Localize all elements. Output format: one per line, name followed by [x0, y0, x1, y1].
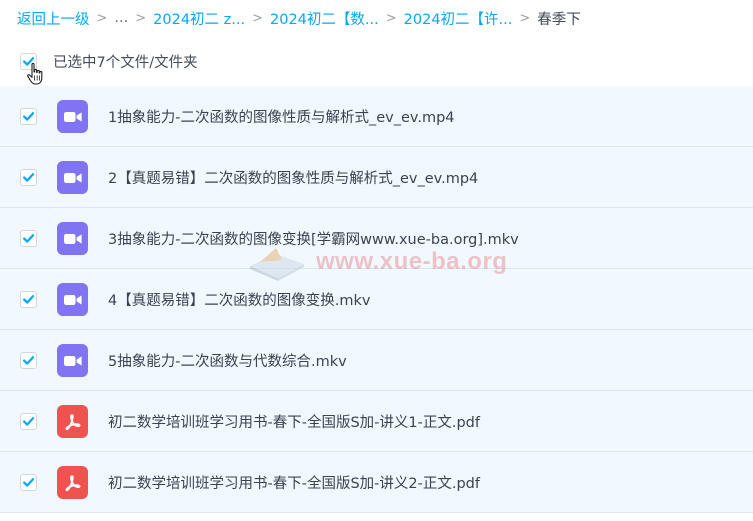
- breadcrumb-crumb-2[interactable]: 2024初二【数...: [270, 8, 379, 29]
- file-checkbox[interactable]: [20, 474, 37, 491]
- file-list: 1抽象能力-二次函数的图像性质与解析式_ev_ev.mp4 2【真题易错】二次函…: [0, 86, 753, 513]
- selection-count-label: 已选中7个文件/文件夹: [53, 54, 198, 71]
- video-file-icon: [57, 100, 88, 133]
- file-row[interactable]: 初二数学培训班学习用书-春下-全国版S加-讲义2-正文.pdf: [0, 452, 753, 513]
- file-name[interactable]: 2【真题易错】二次函数的图象性质与解析式_ev_ev.mp4: [108, 167, 478, 188]
- video-file-icon: [57, 283, 88, 316]
- check-icon: [23, 234, 35, 243]
- check-icon: [23, 295, 35, 304]
- check-icon: [23, 173, 35, 182]
- check-icon: [23, 112, 35, 121]
- select-all-row: 已选中7个文件/文件夹: [20, 50, 198, 72]
- breadcrumb-ellipsis[interactable]: ...: [114, 10, 128, 26]
- breadcrumb-back-link[interactable]: 返回上一级: [17, 8, 90, 29]
- file-row[interactable]: 5抽象能力-二次函数与代数综合.mkv: [0, 330, 753, 391]
- file-name[interactable]: 初二数学培训班学习用书-春下-全国版S加-讲义2-正文.pdf: [108, 472, 480, 493]
- breadcrumb-separator: >: [96, 10, 108, 26]
- file-row[interactable]: 3抽象能力-二次函数的图像变换[学霸网www.xue-ba.org].mkv: [0, 208, 753, 269]
- file-name[interactable]: 1抽象能力-二次函数的图像性质与解析式_ev_ev.mp4: [108, 106, 455, 127]
- file-checkbox[interactable]: [20, 413, 37, 430]
- file-checkbox[interactable]: [20, 169, 37, 186]
- hand-pointer-cursor-icon: [27, 62, 43, 85]
- breadcrumb-separator: >: [519, 10, 531, 26]
- file-row[interactable]: 初二数学培训班学习用书-春下-全国版S加-讲义1-正文.pdf: [0, 391, 753, 452]
- file-name[interactable]: 4【真题易错】二次函数的图像变换.mkv: [108, 289, 370, 310]
- pdf-file-icon: [57, 466, 88, 499]
- check-icon: [23, 417, 35, 426]
- file-row[interactable]: 1抽象能力-二次函数的图像性质与解析式_ev_ev.mp4: [0, 86, 753, 147]
- file-name[interactable]: 3抽象能力-二次函数的图像变换[学霸网www.xue-ba.org].mkv: [108, 228, 519, 249]
- breadcrumb: 返回上一级 > ... > 2024初二 z... > 2024初二【数... …: [17, 7, 581, 29]
- file-checkbox[interactable]: [20, 291, 37, 308]
- file-browser: 返回上一级 > ... > 2024初二 z... > 2024初二【数... …: [0, 0, 753, 521]
- file-name[interactable]: 初二数学培训班学习用书-春下-全国版S加-讲义1-正文.pdf: [108, 411, 480, 432]
- file-row[interactable]: 4【真题易错】二次函数的图像变换.mkv: [0, 269, 753, 330]
- breadcrumb-current: 春季下: [537, 11, 581, 28]
- file-name[interactable]: 5抽象能力-二次函数与代数综合.mkv: [108, 350, 347, 371]
- breadcrumb-separator: >: [135, 10, 147, 26]
- file-checkbox[interactable]: [20, 108, 37, 125]
- file-row[interactable]: 2【真题易错】二次函数的图象性质与解析式_ev_ev.mp4: [0, 147, 753, 208]
- breadcrumb-crumb-3[interactable]: 2024初二【许...: [404, 8, 513, 29]
- video-file-icon: [57, 161, 88, 194]
- check-icon: [23, 478, 35, 487]
- breadcrumb-separator: >: [252, 10, 263, 26]
- video-file-icon: [57, 344, 88, 377]
- check-icon: [23, 356, 35, 365]
- breadcrumb-crumb-1[interactable]: 2024初二 z...: [153, 8, 245, 29]
- video-file-icon: [57, 222, 88, 255]
- file-checkbox[interactable]: [20, 230, 37, 247]
- pdf-file-icon: [57, 405, 88, 438]
- file-checkbox[interactable]: [20, 352, 37, 369]
- breadcrumb-separator: >: [385, 10, 397, 26]
